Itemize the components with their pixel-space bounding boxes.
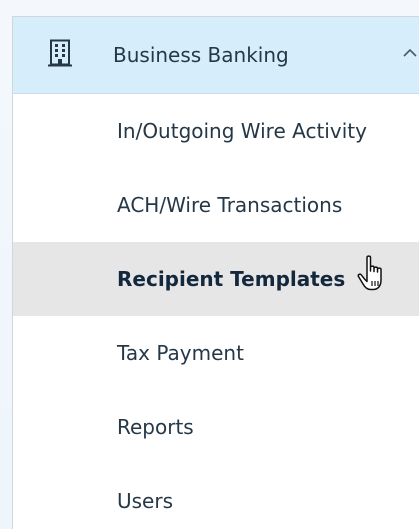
menu-item-ach-wire-transactions[interactable]: ACH/Wire Transactions bbox=[13, 168, 419, 242]
menu-item-label: Users bbox=[117, 489, 174, 513]
menu-item-label: Tax Payment bbox=[117, 341, 244, 365]
business-banking-header[interactable]: Business Banking bbox=[13, 17, 419, 94]
menu-item-label: Recipient Templates bbox=[117, 267, 346, 291]
menu-item-reports[interactable]: Reports bbox=[13, 390, 419, 464]
menu-item-recipient-templates[interactable]: Recipient Templates bbox=[13, 242, 419, 316]
menu-item-wire-activity[interactable]: In/Outgoing Wire Activity bbox=[13, 94, 419, 168]
chevron-up-icon[interactable] bbox=[400, 43, 419, 63]
menu-item-label: ACH/Wire Transactions bbox=[117, 193, 343, 217]
menu-item-label: Reports bbox=[117, 415, 194, 439]
menu-item-label: In/Outgoing Wire Activity bbox=[117, 119, 367, 143]
hand-pointer-icon bbox=[357, 255, 382, 291]
page: Business Banking In/Outgoing Wire Activi… bbox=[0, 0, 419, 529]
menu-item-users[interactable]: Users bbox=[13, 464, 419, 529]
header-label: Business Banking bbox=[113, 43, 289, 67]
building-icon bbox=[48, 39, 72, 67]
menu-item-tax-payment[interactable]: Tax Payment bbox=[13, 316, 419, 390]
business-banking-menu: Business Banking In/Outgoing Wire Activi… bbox=[12, 16, 419, 529]
